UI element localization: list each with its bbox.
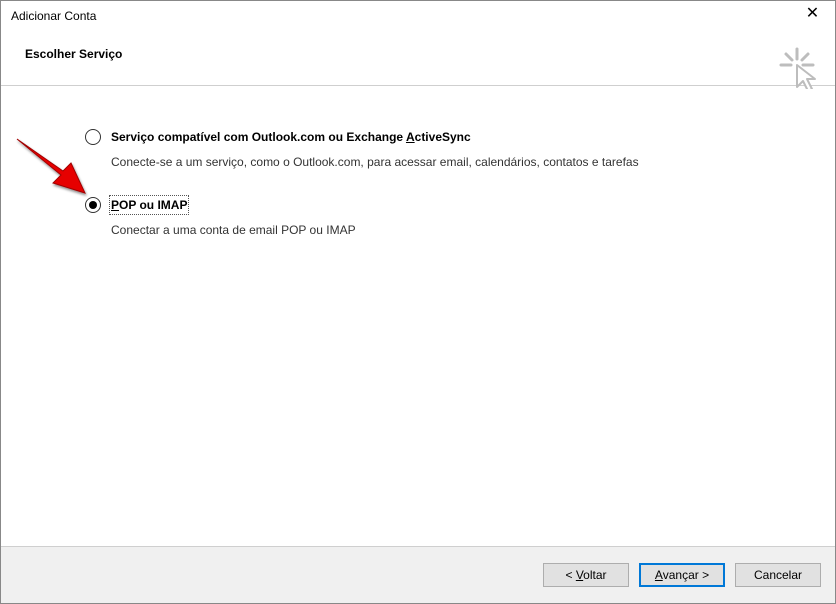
option-pop-imap[interactable]: POP ou IMAP Conectar a uma conta de emai… (85, 197, 835, 237)
wizard-header: Escolher Serviço (1, 31, 835, 86)
option-outlook-title: Serviço compatível com Outlook.com ou Ex… (111, 130, 471, 144)
next-button[interactable]: Avançar > (639, 563, 725, 587)
service-options: Serviço compatível com Outlook.com ou Ex… (1, 89, 835, 237)
wizard-footer: < Voltar Avançar > Cancelar (1, 547, 835, 603)
wizard-body: Serviço compatível com Outlook.com ou Ex… (1, 89, 835, 547)
option-outlook-activesync[interactable]: Serviço compatível com Outlook.com ou Ex… (85, 129, 835, 169)
radio-outlook[interactable] (85, 129, 101, 145)
option-pop-imap-desc: Conectar a uma conta de email POP ou IMA… (111, 223, 835, 237)
radio-pop-imap[interactable] (85, 197, 101, 213)
option-pop-imap-title: POP ou IMAP (111, 197, 187, 213)
window-title: Adicionar Conta (11, 9, 96, 23)
add-account-window: Adicionar Conta ✕ Escolher Serviço (0, 0, 836, 604)
titlebar: Adicionar Conta ✕ (1, 1, 835, 31)
back-button[interactable]: < Voltar (543, 563, 629, 587)
cancel-button[interactable]: Cancelar (735, 563, 821, 587)
close-button[interactable]: ✕ (790, 1, 835, 31)
option-outlook-desc: Conecte-se a um serviço, como o Outlook.… (111, 155, 835, 169)
page-heading: Escolher Serviço (25, 47, 835, 61)
